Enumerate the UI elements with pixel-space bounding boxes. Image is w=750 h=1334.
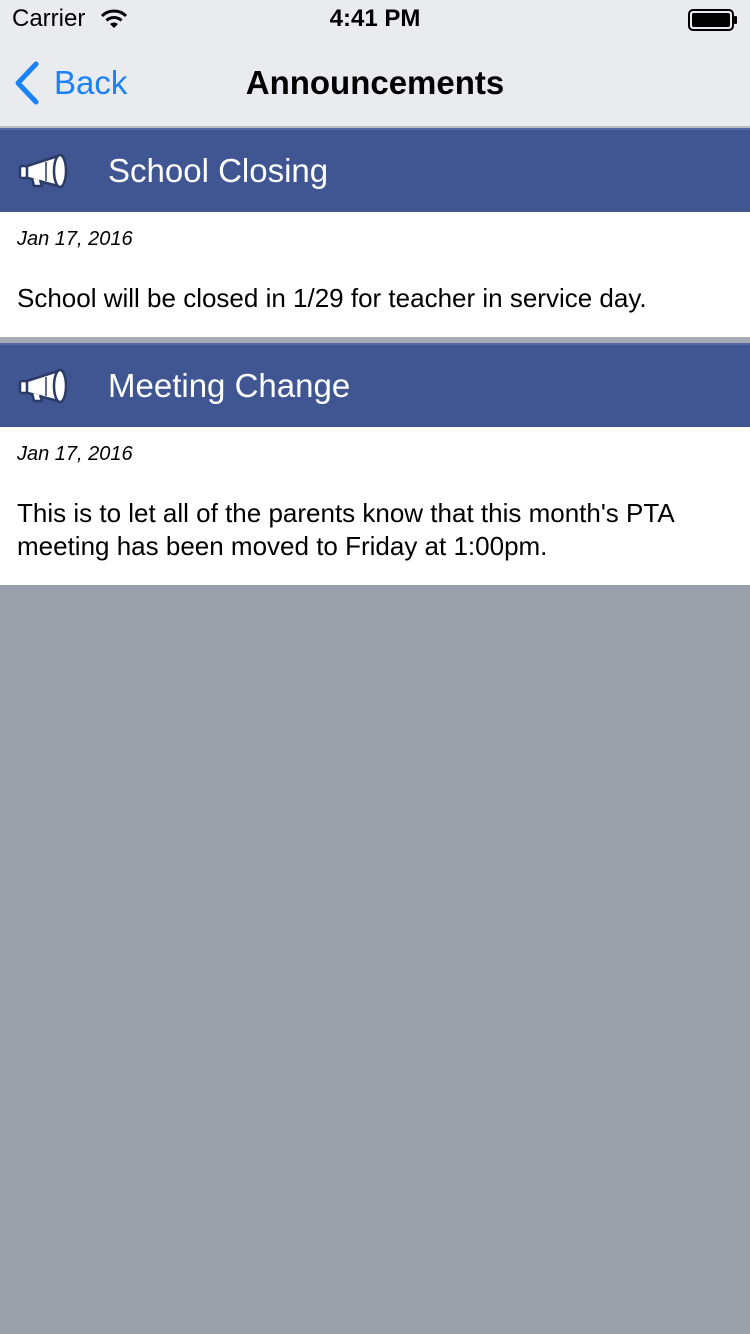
announcement-text: This is to let all of the parents know t…: [17, 498, 674, 561]
announcement-title: School Closing: [108, 152, 329, 189]
announcement-header: School Closing: [0, 128, 750, 212]
megaphone-icon: [18, 368, 68, 404]
announcement-body: Jan 17, 2016 School will be closed in 1/…: [0, 212, 750, 337]
announcement-header: Meeting Change: [0, 343, 750, 427]
status-time: 4:41 PM: [329, 5, 421, 32]
announcement-title: Meeting Change: [108, 367, 351, 404]
battery-icon: [688, 9, 737, 31]
announcement-date: Jan 17, 2016: [17, 443, 133, 465]
announcement-list: School Closing Jan 17, 2016 School will …: [0, 128, 750, 585]
page-title: Announcements: [245, 64, 505, 101]
megaphone-icon: [18, 153, 68, 189]
announcement-text: School will be closed in 1/29 for teache…: [17, 283, 647, 313]
announcement-body: Jan 17, 2016 This is to let all of the p…: [0, 427, 750, 585]
navigation-bar: Back Announcements: [0, 40, 750, 128]
announcement-date: Jan 17, 2016: [17, 228, 133, 250]
announcement-card[interactable]: School Closing Jan 17, 2016 School will …: [0, 128, 750, 337]
top-bar: Carrier 4:41 PM Back Announcements: [0, 0, 750, 128]
status-bar: Carrier 4:41 PM: [0, 0, 750, 40]
announcement-card[interactable]: Meeting Change Jan 17, 2016 This is to l…: [0, 343, 750, 585]
